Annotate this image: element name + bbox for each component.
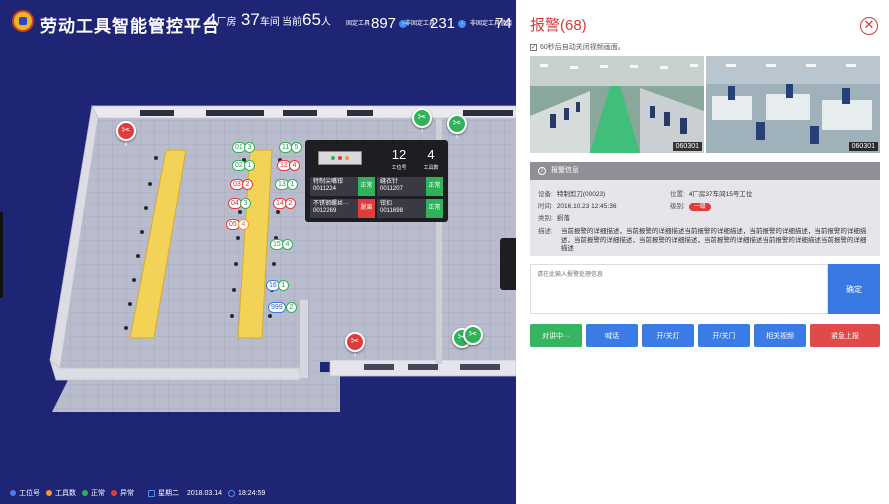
device-row: 设备: 特制剪刀(00023)	[538, 191, 606, 198]
workstation-tag[interactable]: 999	[268, 302, 286, 313]
tool-count-tag: 1	[278, 280, 289, 291]
tool-count-tag: 4	[238, 219, 249, 230]
top-header: 劳动工具智能管控平台 4厂房 37车间 当前65人 固定工具 897 › 非固定…	[0, 0, 516, 46]
checkbox-icon[interactable]: ✓	[530, 43, 537, 51]
tool-count-tag: 2	[242, 179, 253, 190]
tool-count-tag: 4	[289, 160, 300, 171]
tool-status-badge: 脱离	[358, 199, 375, 218]
tool-count-tag: 1	[287, 179, 298, 190]
location-row: 位置: 4厂房37车间15号工位	[670, 191, 753, 198]
tool-count-tag: 2	[286, 302, 297, 313]
info-icon: i	[538, 167, 546, 175]
footer-bar: 工位号 工具数 正常 异常 星期二 2018.03.14 18:24:59	[10, 488, 271, 498]
collapse-handle[interactable]	[0, 212, 3, 298]
toggle-light-button[interactable]: 开/关灯	[642, 324, 694, 347]
time-display: 18:24:59	[228, 489, 265, 497]
legend-swatch	[10, 490, 16, 496]
legend-swatch	[46, 490, 52, 496]
factory-camera-image	[706, 56, 880, 153]
type-row: 类别: 损落	[538, 215, 570, 222]
camera-id: 060301	[672, 142, 702, 151]
tool-count-tag: 1	[244, 160, 255, 171]
dashboard-area: ✂ ✂ ✂ ✂ ✂ ✂ 01 3 02 1 03 2 04 3 05 4 11 …	[0, 0, 516, 504]
tool-count-value: 4	[427, 147, 435, 162]
tool-marker-icon[interactable]: ✂	[412, 108, 432, 128]
description-row: 描述: 当前报警的详细描述，当前报警的详细描述当前报警的详细描述，当前报警的详细…	[538, 228, 867, 252]
tool-count-tag: 3	[240, 198, 251, 209]
confirm-button[interactable]: 确定	[828, 264, 880, 314]
tool-count-tag: 3	[244, 142, 255, 153]
intercom-button[interactable]: 对讲中···	[530, 324, 582, 347]
related-video-button[interactable]: 相关视频	[754, 324, 806, 347]
legend-item: 异常	[111, 488, 134, 498]
police-badge-logo	[12, 10, 34, 32]
video-feed[interactable]: 060301	[530, 56, 704, 153]
alarm-panel-title: 报警(68)	[530, 17, 587, 34]
alarm-marker-icon[interactable]: ✂	[116, 121, 136, 141]
legend-item: 正常	[82, 488, 105, 498]
fixed-tools-kpi[interactable]: 固定工具 897 ›	[346, 15, 408, 32]
camera-id: 060301	[848, 142, 878, 151]
tool-status-badge: 正常	[426, 199, 443, 218]
partial-info-card[interactable]	[500, 238, 516, 290]
emergency-report-button[interactable]: 紧急上报	[810, 324, 880, 347]
current-people-stat: 当前65人	[282, 10, 331, 29]
legend-swatch	[82, 490, 88, 496]
alarm-panel: 报警(68) ✕ ✓ 60秒后自动关闭视频画面。 060301 060301 i…	[516, 0, 889, 504]
video-feed[interactable]: 060301	[706, 56, 880, 153]
close-icon[interactable]: ✕	[860, 17, 878, 35]
work-number-label: 工位号	[391, 165, 407, 171]
clock-icon	[228, 489, 236, 497]
toggle-door-button[interactable]: 开/关门	[698, 324, 750, 347]
legend-item: 工位号	[10, 488, 40, 498]
tool-status-badge: 正常	[426, 177, 443, 196]
time-row: 时间: 2016.10.23 12:45:36	[538, 203, 617, 210]
work-number-value: 12	[391, 147, 407, 162]
floor-plan-map[interactable]	[0, 0, 516, 504]
alarm-info-box: i 报警信息 设备: 特制剪刀(00023) 位置: 4厂房37车间15号工位 时间…	[530, 162, 880, 256]
legend-item: 工具数	[46, 488, 76, 498]
app-title: 劳动工具智能管控平台	[40, 17, 220, 36]
workstation-tool-card: 12 工位号 4 工具数 特制尖嘴钳 0011224 正常 缝衣针 001120…	[305, 140, 448, 222]
alarm-marker-icon[interactable]: ✂	[345, 332, 365, 352]
level-row: 级别: 一级	[670, 200, 711, 211]
non-fixed-tools-kpi[interactable]: 非固定工具 231 ›	[405, 15, 467, 32]
borrowed-tools-kpi[interactable]: 非固定工具借用 74	[470, 15, 512, 32]
handling-note-input[interactable]	[530, 264, 828, 314]
calendar-icon	[148, 489, 155, 497]
factory-stat: 4厂房 37车间	[207, 10, 280, 29]
level-badge: 一级	[688, 203, 711, 211]
tool-count-tag: 5	[291, 142, 302, 153]
tool-marker-icon[interactable]: ✂	[463, 325, 483, 345]
tool-count-tag: 2	[285, 198, 296, 209]
info-icon: ›	[458, 19, 467, 28]
broadcast-button[interactable]: 喊话	[586, 324, 638, 347]
tool-count-tag: 4	[282, 239, 293, 250]
legend-swatch	[111, 490, 117, 496]
date-display: 星期二 2018.03.14	[148, 488, 222, 498]
tool-marker-icon[interactable]: ✂	[447, 114, 467, 134]
device-icon	[318, 151, 362, 165]
alarm-info-header: i 报警信息	[530, 162, 880, 180]
factory-camera-image	[530, 56, 704, 153]
auto-close-option[interactable]: ✓ 60秒后自动关闭视频画面。	[530, 42, 625, 52]
tool-status-badge: 正常	[358, 177, 375, 196]
tool-count-label: 工具数	[423, 165, 439, 171]
